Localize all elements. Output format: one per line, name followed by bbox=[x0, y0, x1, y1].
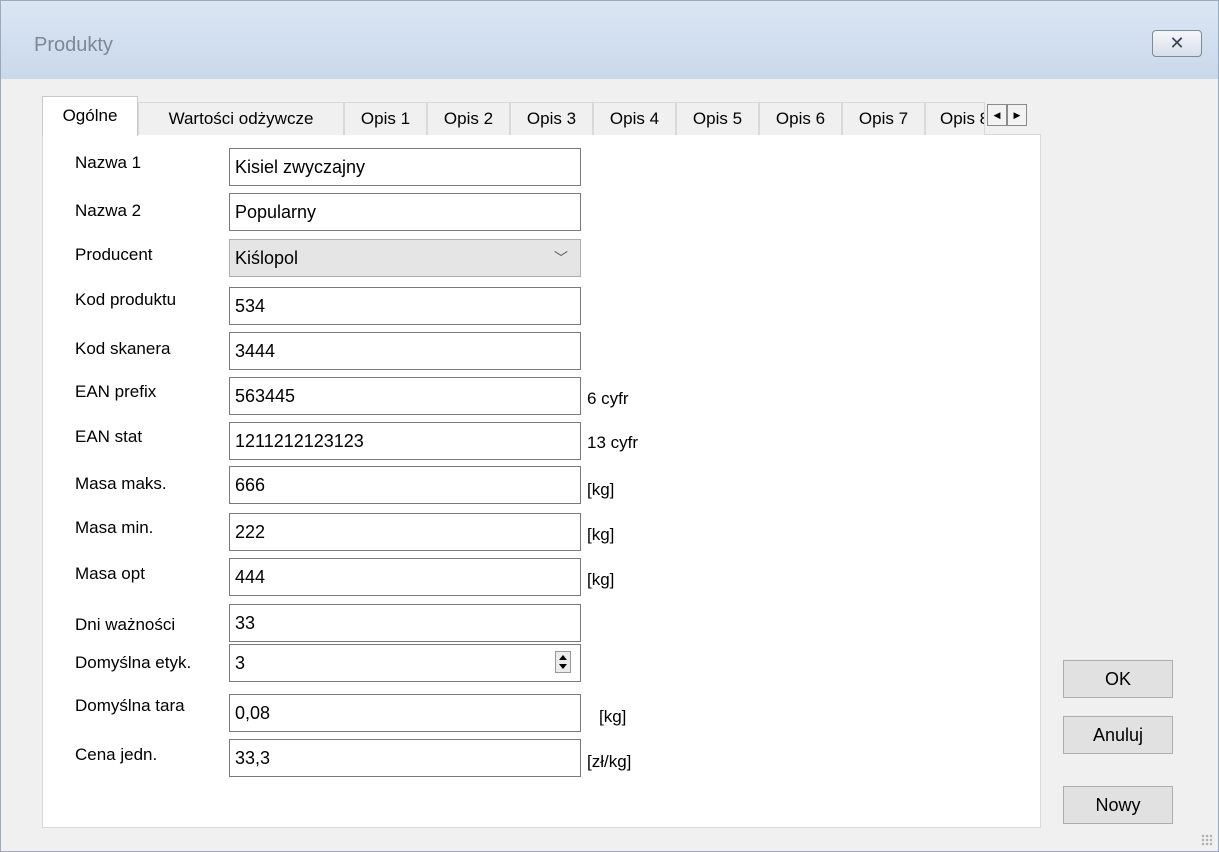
ean-stat-label: EAN stat bbox=[75, 427, 143, 446]
arrow-left-icon: ◀ bbox=[993, 110, 1001, 120]
domyslna-etyk-label: Domyślna etyk. bbox=[75, 653, 192, 672]
new-button[interactable]: Nowy bbox=[1063, 786, 1173, 824]
tab-wartosci-odzywcze[interactable]: Wartości odżywcze bbox=[138, 102, 344, 135]
tab-opis-7[interactable]: Opis 7 bbox=[842, 102, 925, 135]
tab-opis-4[interactable]: Opis 4 bbox=[593, 102, 676, 135]
cena-jedn-unit: [zł/kg] bbox=[587, 752, 632, 771]
dni-waznosci-input[interactable]: 33 bbox=[229, 604, 581, 642]
tab-label: Opis 3 bbox=[526, 109, 577, 128]
domyslna-tara-input[interactable]: 0,08 bbox=[229, 694, 581, 732]
tab-opis-5[interactable]: Opis 5 bbox=[676, 102, 759, 135]
tab-opis-2[interactable]: Opis 2 bbox=[427, 102, 510, 135]
tab-label: Opis 2 bbox=[443, 109, 494, 128]
tab-opis-6[interactable]: Opis 6 bbox=[759, 102, 842, 135]
tab-label: Opis 7 bbox=[858, 109, 909, 128]
tab-opis-8[interactable]: Opis 8 bbox=[925, 102, 985, 135]
tab-label: Opis 8 bbox=[940, 109, 985, 128]
masa-maks-input[interactable]: 666 bbox=[229, 466, 581, 504]
producent-label: Producent bbox=[75, 245, 153, 264]
arrow-right-icon: ▶ bbox=[1013, 110, 1021, 120]
producent-value: Kiślopol bbox=[235, 248, 299, 268]
nazwa2-input[interactable]: Popularny bbox=[229, 193, 581, 231]
ean-prefix-unit: 6 cyfr bbox=[587, 389, 629, 408]
tab-ogolne[interactable]: Ogólne bbox=[42, 96, 138, 136]
tab-label: Opis 1 bbox=[360, 109, 411, 128]
chevron-down-icon[interactable]: ﹀ bbox=[554, 240, 568, 276]
masa-maks-label: Masa maks. bbox=[75, 474, 167, 493]
masa-min-unit: [kg] bbox=[587, 525, 615, 544]
domyslna-etyk-spinner[interactable]: 3 bbox=[229, 644, 581, 682]
masa-maks-unit: [kg] bbox=[587, 480, 615, 499]
ean-stat-unit: 13 cyfr bbox=[587, 433, 639, 452]
spinner-updown-icon[interactable] bbox=[555, 651, 571, 673]
cena-jedn-input[interactable]: 33,3 bbox=[229, 739, 581, 777]
producent-select[interactable]: Kiślopol ﹀ bbox=[229, 239, 581, 277]
window-title: Produkty bbox=[34, 34, 113, 56]
domyslna-etyk-value: 3 bbox=[235, 653, 246, 673]
masa-min-input[interactable]: 222 bbox=[229, 513, 581, 551]
kod-produktu-label: Kod produktu bbox=[75, 290, 177, 309]
domyslna-tara-unit: [kg] bbox=[599, 707, 627, 726]
cena-jedn-label: Cena jedn. bbox=[75, 745, 158, 764]
masa-opt-unit: [kg] bbox=[587, 570, 615, 589]
tab-label: Opis 4 bbox=[609, 109, 660, 128]
tab-label: Opis 5 bbox=[692, 109, 743, 128]
resize-grip-icon[interactable] bbox=[1201, 834, 1213, 846]
nazwa1-input[interactable]: Kisiel zwyczajny bbox=[229, 148, 581, 186]
ean-prefix-label: EAN prefix bbox=[75, 382, 157, 401]
tab-label: Wartości odżywcze bbox=[168, 109, 314, 128]
tab-label: Opis 6 bbox=[775, 109, 826, 128]
dni-waznosci-label: Dni ważności bbox=[75, 615, 176, 634]
masa-opt-input[interactable]: 444 bbox=[229, 558, 581, 596]
close-icon: ✕ bbox=[1169, 33, 1185, 53]
kod-skanera-label: Kod skanera bbox=[75, 339, 171, 358]
masa-min-label: Masa min. bbox=[75, 518, 154, 537]
title-bar[interactable]: Produkty ✕ bbox=[1, 1, 1218, 79]
ok-button[interactable]: OK bbox=[1063, 660, 1173, 698]
kod-produktu-input[interactable]: 534 bbox=[229, 287, 581, 325]
kod-skanera-input[interactable]: 3444 bbox=[229, 332, 581, 370]
ean-prefix-input[interactable]: 563445 bbox=[229, 377, 581, 415]
tab-scroll-left-button[interactable]: ◀ bbox=[987, 104, 1007, 126]
tab-label: Ogólne bbox=[62, 106, 118, 125]
domyslna-tara-label: Domyślna tara bbox=[75, 696, 185, 715]
tab-opis-3[interactable]: Opis 3 bbox=[510, 102, 593, 135]
tab-scroll-right-button[interactable]: ▶ bbox=[1007, 104, 1027, 126]
masa-opt-label: Masa opt bbox=[75, 564, 145, 583]
nazwa1-label: Nazwa 1 bbox=[75, 153, 142, 172]
cancel-button[interactable]: Anuluj bbox=[1063, 716, 1173, 754]
ean-stat-input[interactable]: 1211212123123 bbox=[229, 422, 581, 460]
tab-opis-1[interactable]: Opis 1 bbox=[344, 102, 427, 135]
nazwa2-label: Nazwa 2 bbox=[75, 201, 142, 220]
close-button[interactable]: ✕ bbox=[1152, 30, 1202, 57]
